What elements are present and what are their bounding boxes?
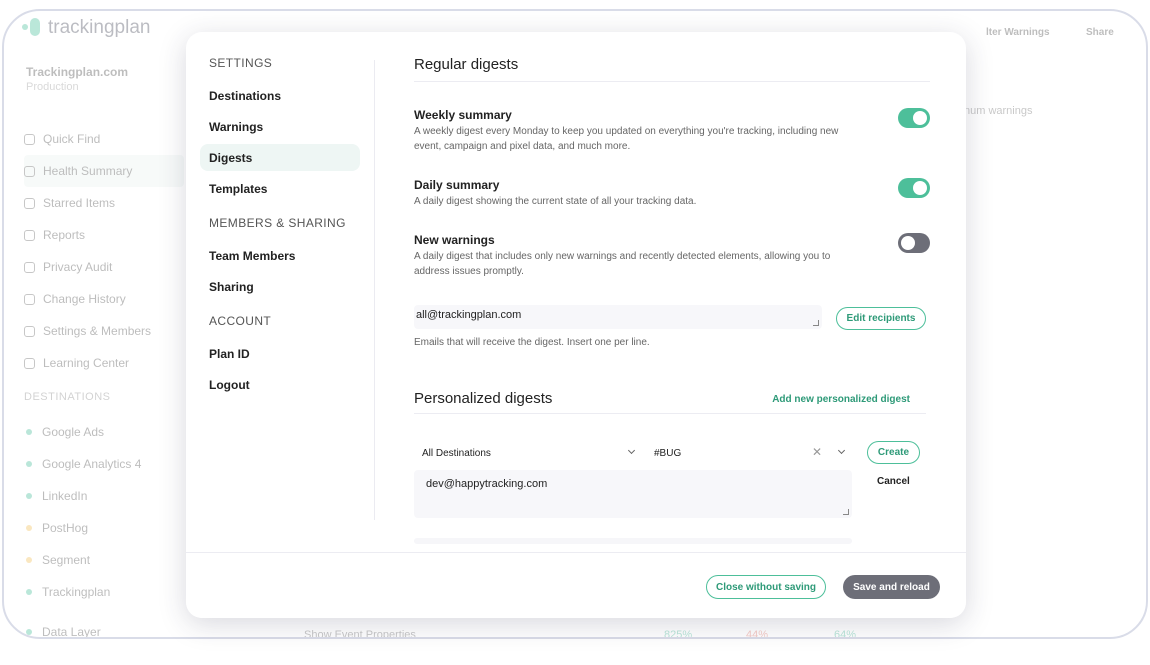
status-dot-icon — [26, 557, 32, 563]
book-icon — [24, 357, 35, 369]
destination-trackingplan[interactable]: Trackingplan — [26, 576, 141, 608]
destination-segment[interactable]: Segment — [26, 544, 141, 576]
sidebar-item-sharing[interactable]: Sharing — [200, 273, 360, 300]
org-switcher[interactable]: Trackingplan.com Production — [26, 65, 128, 93]
resize-handle-icon[interactable] — [813, 320, 819, 326]
personalized-digests-title: Personalized digests — [414, 390, 553, 407]
logo: trackingplan — [22, 17, 150, 39]
trackingplan-logo-icon — [22, 18, 42, 38]
personalized-email-value: dev@happytracking.com — [426, 478, 548, 490]
personalized-email-textarea[interactable]: dev@happytracking.com — [414, 470, 852, 518]
daily-summary-desc: A daily digest showing the current state… — [414, 196, 697, 207]
org-name: Trackingplan.com — [26, 65, 129, 79]
sidebar-item-digests[interactable]: Digests — [200, 144, 360, 171]
daily-summary-title: Daily summary — [414, 178, 500, 192]
status-dot-icon — [26, 461, 32, 467]
destination-select[interactable]: All Destinations — [422, 444, 636, 462]
destination-google-ads[interactable]: Google Ads — [26, 416, 141, 448]
star-icon — [24, 197, 35, 209]
create-button[interactable]: Create — [867, 441, 920, 464]
nav-item-quick-find[interactable]: Quick Find — [24, 123, 184, 155]
search-icon — [24, 133, 35, 145]
weekly-summary-desc: A weekly digest every Monday to keep you… — [414, 126, 839, 152]
status-dot-icon — [26, 589, 32, 595]
nav-item-reports[interactable]: Reports — [24, 219, 184, 251]
personalized-digests-header: Personalized digests Add new personalize… — [414, 390, 926, 414]
new-warnings-toggle[interactable] — [898, 233, 930, 253]
chevron-down-icon — [627, 446, 636, 455]
settings-heading: SETTINGS — [209, 56, 273, 70]
weekly-summary-row: Weekly summary A weekly digest every Mon… — [414, 108, 930, 154]
bottom-pct-1: 825% — [664, 629, 693, 639]
recipients-textarea[interactable]: all@trackingplan.com — [414, 305, 822, 329]
destination-posthog[interactable]: PostHog — [26, 512, 141, 544]
sidebar-item-templates[interactable]: Templates — [200, 175, 360, 202]
status-dot-icon — [26, 429, 32, 435]
personalized-digest-form: All Destinations #BUG ✕ Create Cancel de… — [414, 414, 930, 544]
digests-content: Regular digests Weekly summary A weekly … — [414, 56, 930, 544]
edit-recipients-button[interactable]: Edit recipients — [836, 307, 926, 330]
share-link[interactable]: Share — [1086, 27, 1114, 38]
status-dot-icon — [26, 629, 32, 635]
members-sharing-heading: MEMBERS & SHARING — [209, 216, 346, 230]
new-warnings-title: New warnings — [414, 233, 495, 247]
save-and-reload-button[interactable]: Save and reload — [843, 575, 940, 599]
logo-text: trackingplan — [48, 17, 151, 38]
background-nav: Quick Find Health Summary Starred Items … — [24, 123, 184, 379]
shield-icon — [24, 261, 35, 273]
next-digest-row — [414, 538, 852, 544]
nav-item-health-summary[interactable]: Health Summary — [24, 155, 184, 187]
sidebar-divider — [374, 60, 375, 520]
nav-item-starred-items[interactable]: Starred Items — [24, 187, 184, 219]
bottom-pct-3: 64% — [834, 629, 857, 639]
tag-select[interactable]: #BUG ✕ — [654, 444, 846, 462]
close-without-saving-button[interactable]: Close without saving — [706, 575, 826, 599]
daily-summary-toggle[interactable] — [898, 178, 930, 198]
nav-item-privacy-audit[interactable]: Privacy Audit — [24, 251, 184, 283]
recipients-value: all@trackingplan.com — [416, 309, 522, 321]
sidebar-item-logout[interactable]: Logout — [200, 371, 360, 398]
chevron-down-icon[interactable] — [837, 446, 846, 455]
add-personalized-digest-link[interactable]: Add new personalized digest — [772, 394, 910, 405]
bottom-row-label: Show Event Properties — [304, 629, 416, 639]
modal-footer: Close without saving Save and reload — [186, 552, 966, 618]
destinations-list: Google Ads Google Analytics 4 LinkedIn P… — [26, 416, 141, 637]
new-warnings-desc: A daily digest that includes only new wa… — [414, 251, 831, 277]
daily-summary-row: Daily summary A daily digest showing the… — [414, 178, 930, 209]
sidebar-item-team-members[interactable]: Team Members — [200, 242, 360, 269]
nav-item-change-history[interactable]: Change History — [24, 283, 184, 315]
sidebar-item-warnings[interactable]: Warnings — [200, 113, 360, 140]
settings-sidebar: SETTINGS Destinations Warnings Digests T… — [200, 56, 360, 398]
destinations-heading: DESTINATIONS — [24, 391, 111, 403]
weekly-summary-title: Weekly summary — [414, 108, 512, 122]
destination-linkedin[interactable]: LinkedIn — [26, 480, 141, 512]
pulse-icon — [24, 165, 35, 177]
report-icon — [24, 229, 35, 241]
weekly-summary-toggle[interactable] — [898, 108, 930, 128]
minimum-warnings-label: num warnings — [964, 105, 1033, 117]
org-env: Production — [26, 81, 79, 93]
bottom-pct-2: 44% — [746, 629, 769, 639]
status-dot-icon — [26, 525, 32, 531]
sidebar-item-destinations[interactable]: Destinations — [200, 82, 360, 109]
nav-item-learning-center[interactable]: Learning Center — [24, 347, 184, 379]
gear-icon — [24, 325, 35, 337]
filter-warnings-link[interactable]: lter Warnings — [986, 27, 1050, 38]
destination-data-layer[interactable]: Data Layer — [26, 616, 141, 637]
history-icon — [24, 293, 35, 305]
clear-icon[interactable]: ✕ — [812, 445, 822, 459]
settings-modal: SETTINGS Destinations Warnings Digests T… — [186, 32, 966, 618]
status-dot-icon — [26, 493, 32, 499]
destination-google-analytics-4[interactable]: Google Analytics 4 — [26, 448, 141, 480]
new-warnings-row: New warnings A daily digest that include… — [414, 233, 930, 279]
cancel-button[interactable]: Cancel — [877, 476, 910, 487]
resize-handle-icon[interactable] — [843, 509, 849, 515]
sidebar-item-plan-id[interactable]: Plan ID — [200, 340, 360, 367]
recipients-hint: Emails that will receive the digest. Ins… — [414, 337, 650, 348]
account-heading: ACCOUNT — [209, 314, 272, 328]
regular-digests-title: Regular digests — [414, 56, 930, 82]
nav-item-settings-members[interactable]: Settings & Members — [24, 315, 184, 347]
